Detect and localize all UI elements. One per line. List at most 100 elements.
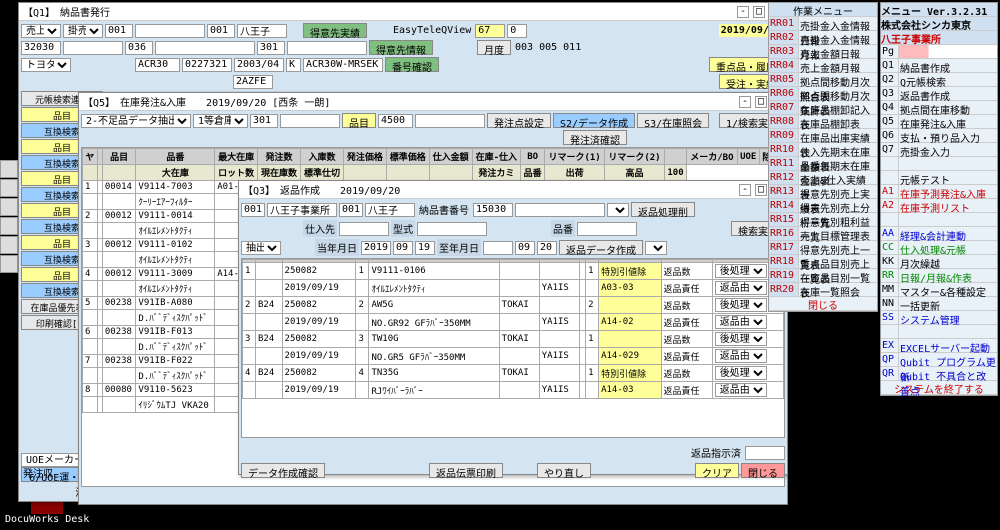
mk-input[interactable] (286, 58, 301, 72)
tsuki-button[interactable]: 月度 (477, 40, 511, 55)
code-input[interactable] (339, 203, 363, 217)
table-row[interactable]: 3B242500823TW10GTOKAI1返品数後処理 (243, 331, 784, 348)
num-input[interactable] (257, 41, 285, 55)
menu-item[interactable]: AA経理&会計連動 (881, 227, 997, 241)
menu-item[interactable]: RR12売上&仕入実績表 (769, 171, 877, 185)
yarinaoshi-button[interactable]: やり直し (537, 463, 591, 478)
menu-item[interactable]: A2在庫予測リスト (881, 199, 997, 213)
table-row[interactable]: 2019/09/19RJﾜｲﾊﾞｰﾗﾊﾞｰYA1ISA14-03返品責任返品由 (243, 382, 784, 399)
table-row[interactable]: 12500821V9111-01061特別引値除返品数後処理 (243, 263, 784, 280)
sel[interactable] (607, 203, 629, 217)
blank-input[interactable] (135, 24, 205, 38)
menu-item[interactable]: RR04売上金額月報 (769, 59, 877, 73)
max-icon[interactable]: □ (753, 6, 765, 18)
s3-button[interactable]: S3/在庫照会 (637, 113, 709, 128)
blank-input[interactable] (63, 41, 123, 55)
d-input[interactable] (537, 241, 557, 255)
quit-link[interactable]: システムを終了する (894, 381, 984, 394)
menu-item[interactable]: RR18重点品目別売上一覧表 (769, 255, 877, 269)
menu-item[interactable]: RR01売掛金入金情報日報 (769, 17, 877, 31)
min-icon[interactable]: - (737, 6, 749, 18)
table-row[interactable]: 2019/09/19NO.GR5 GFﾗﾊﾞｰ350MMYA1ISA14-029… (243, 348, 784, 365)
blank-input[interactable] (287, 41, 367, 55)
nouhin-input[interactable] (473, 203, 513, 217)
blank-input[interactable] (515, 203, 605, 217)
y-input[interactable] (361, 241, 391, 255)
menu-item[interactable]: KK月次繰越 (881, 255, 997, 269)
etv-val2[interactable] (507, 24, 527, 38)
table-row[interactable]: 2019/09/19NO.GR92 GFﾗﾊﾞｰ350MMYA1ISA14-02… (243, 314, 784, 331)
souko-select[interactable]: 1等倉庫 (193, 114, 248, 128)
dataconf-button[interactable]: データ作成確認 (241, 463, 325, 478)
titlebar[interactable]: 【Q3】 返品作成 2019/09/20 -□× (239, 181, 787, 199)
menu-item[interactable]: RR07在庫品棚卸記入表 (769, 101, 877, 115)
place-input[interactable] (237, 24, 287, 38)
menu-item[interactable] (881, 325, 997, 339)
menu-item[interactable]: RR19在庫品目別一覧表 (769, 269, 877, 283)
menu-item[interactable]: RR09在庫品出庫実績表 (769, 129, 877, 143)
taskbar-icon[interactable] (0, 236, 18, 254)
chuushutsu-select[interactable]: 抽出 (241, 241, 281, 255)
num-input[interactable] (21, 41, 61, 55)
menu-item[interactable]: RR06拠点間移動月次集計表 (769, 87, 877, 101)
menu-item[interactable]: MMマスター&各種設定 (881, 283, 997, 297)
titlebar[interactable]: 【Q5】 在庫発注&入庫 2019/09/20 [西条 一朗] -□× (79, 93, 787, 111)
menu-item[interactable]: RR08在庫品棚卸表 (769, 115, 877, 129)
menu-item[interactable]: RR13得意先別売上実績表 (769, 185, 877, 199)
taskbar-icon[interactable] (0, 160, 18, 178)
menu-item[interactable]: Q4拠点間在庫移動 (881, 101, 997, 115)
num-input[interactable] (125, 41, 153, 55)
menu-item[interactable]: A1在庫予測発注&入庫 (881, 185, 997, 199)
name-input[interactable] (280, 114, 340, 128)
bangou-button[interactable]: 番号確認 (385, 57, 439, 72)
hinmoku-button[interactable]: 品目 (342, 113, 376, 128)
hatchu-button[interactable]: 発注点設定 (487, 113, 551, 128)
tokuinf-button[interactable]: 得意先情報 (369, 40, 433, 55)
siire-input[interactable] (339, 222, 389, 236)
titlebar[interactable]: 【Q1】 納品書発行 -□× (19, 3, 785, 21)
menu-item[interactable] (881, 213, 997, 227)
num-input[interactable] (378, 114, 413, 128)
menu-item[interactable]: RR03売上金額日報 (769, 45, 877, 59)
taskbar-icon[interactable] (0, 198, 18, 216)
s2-button[interactable]: S2/データ作成 (553, 113, 635, 128)
m-input[interactable] (393, 241, 413, 255)
henpin-button[interactable]: 返品処理削 (631, 202, 695, 217)
y-input[interactable] (483, 241, 513, 255)
taskbar-icon[interactable] (0, 255, 18, 273)
m-input[interactable] (515, 241, 535, 255)
denpyo-button[interactable]: 返品伝票印刷 (429, 463, 503, 478)
mk-input[interactable] (135, 58, 180, 72)
menu-item[interactable]: RR日報/月報&作表 (881, 269, 997, 283)
menu-item[interactable]: QPQubit プログラム更新 (881, 353, 997, 367)
max-icon[interactable]: □ (755, 96, 767, 108)
menu-item[interactable]: Q1納品書作成 (881, 59, 997, 73)
menu-item[interactable]: CC仕入処理&元帳 (881, 241, 997, 255)
min-icon[interactable]: - (739, 184, 751, 196)
menu-item[interactable]: Q7売掛金入力 (881, 143, 997, 157)
menu-item[interactable]: EXEXCELサーバー起動 (881, 339, 997, 353)
code-input[interactable] (207, 24, 235, 38)
mk-input[interactable] (234, 58, 284, 72)
menu-item[interactable]: RR17得意先別売上一覧表 (769, 241, 877, 255)
slider[interactable] (899, 45, 997, 58)
sel[interactable] (645, 241, 667, 255)
menu-item[interactable] (881, 157, 997, 171)
mk-input[interactable] (182, 58, 232, 72)
menu-item[interactable]: RR11品番毎期末在庫金額表 (769, 157, 877, 171)
d-input[interactable] (415, 241, 435, 255)
taskbar-icon[interactable] (0, 179, 18, 197)
code-input[interactable] (241, 203, 265, 217)
hinban-input[interactable] (577, 222, 637, 236)
menu-item[interactable]: Q2Q元帳検索 (881, 73, 997, 87)
maker-select[interactable]: トヨタ (21, 58, 71, 72)
min-icon[interactable]: - (739, 96, 751, 108)
menu-item[interactable]: RR10仕入先期末在庫金額表 (769, 143, 877, 157)
close-link[interactable]: 閉じる (808, 297, 838, 310)
menu-item[interactable]: RR05拠点間移動月次照合表 (769, 73, 877, 87)
office-input[interactable] (267, 203, 337, 217)
menu-item[interactable]: Q6支払・預り品入力 (881, 129, 997, 143)
menu-item[interactable]: RR20在庫一覧照会 (769, 283, 877, 297)
table-row[interactable]: 4B242500824TN35GTOKAI1特別引値除返品数後処理 (243, 365, 784, 382)
shiji-input[interactable] (745, 446, 785, 460)
